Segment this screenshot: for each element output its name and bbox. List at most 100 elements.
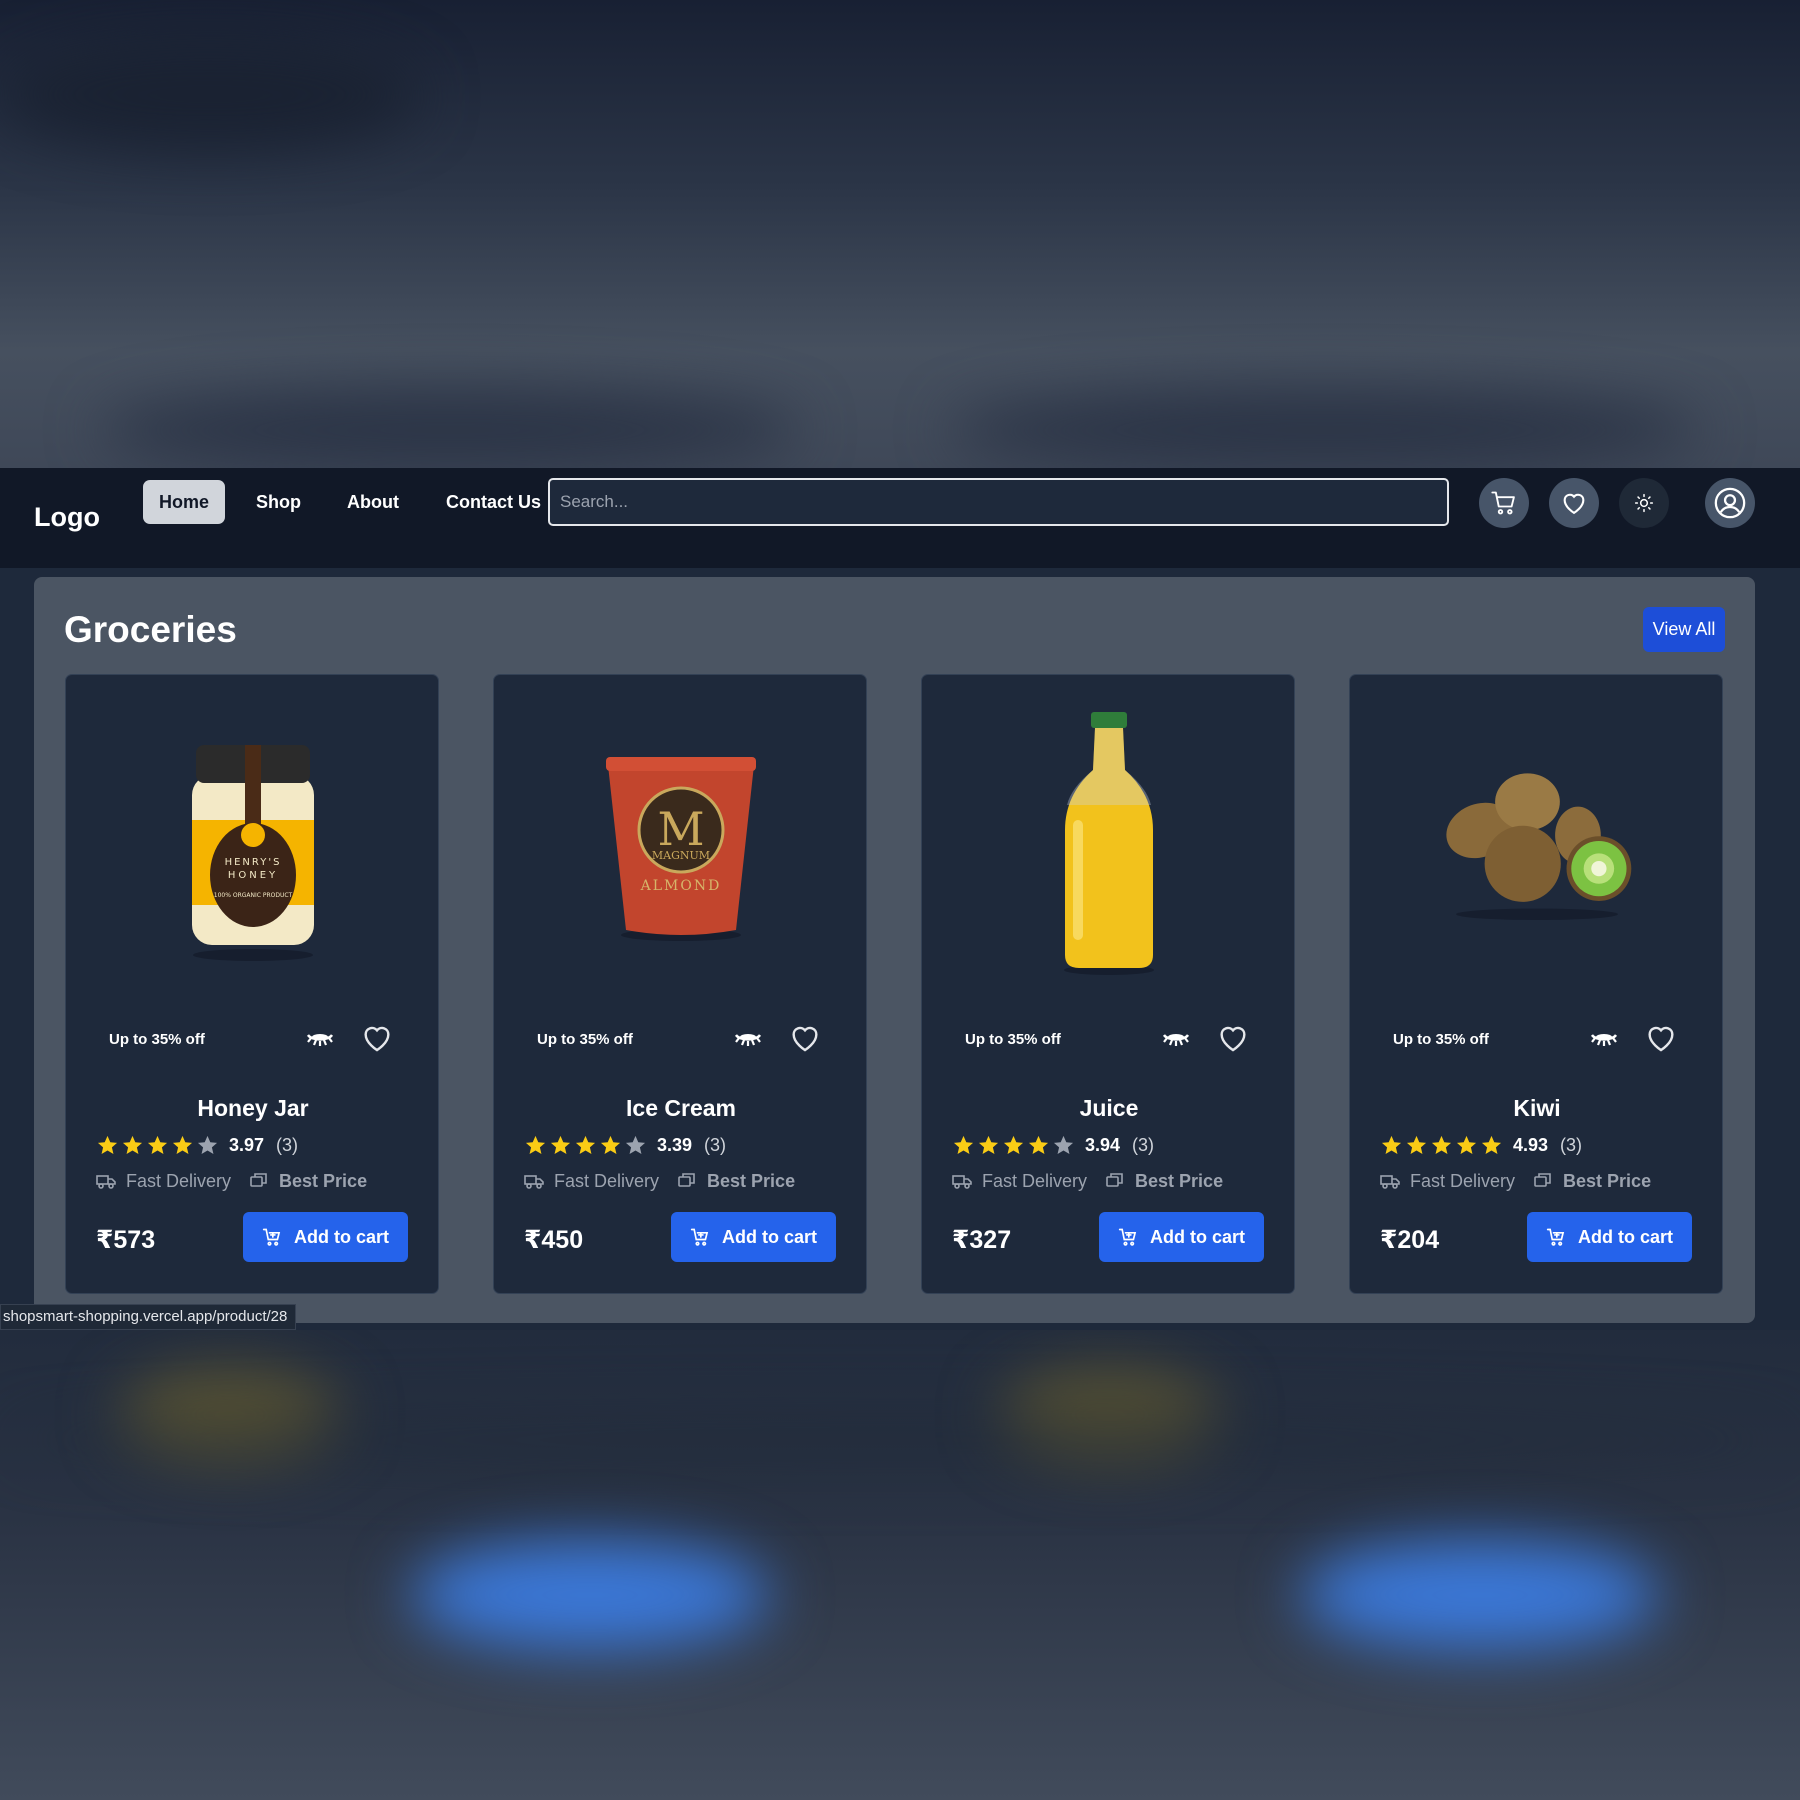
fast-delivery-label: Fast Delivery <box>1410 1170 1516 1191</box>
features-row: Fast Delivery Best Price <box>1380 1169 1651 1193</box>
product-image-juice[interactable] <box>1009 695 1209 985</box>
star-filled-icon <box>1003 1135 1024 1154</box>
star-filled-icon <box>525 1135 546 1154</box>
tag-icon <box>1534 1173 1551 1187</box>
add-to-cart-label: Add to cart <box>293 1226 389 1247</box>
product-image-honey-jar[interactable]: HENRY'S HONEY 100% ORGANIC PRODUCT <box>153 695 353 985</box>
rating-value: 3.94 <box>1085 1134 1121 1155</box>
fast-delivery-label: Fast Delivery <box>554 1170 660 1191</box>
cart-icon <box>1491 491 1515 515</box>
tag-icon <box>1106 1173 1123 1187</box>
nav-contact-us[interactable]: Contact Us <box>430 480 557 524</box>
product-name[interactable]: Honey Jar <box>66 1095 440 1122</box>
fast-delivery-label: Fast Delivery <box>982 1170 1088 1191</box>
cart-plus-icon <box>262 1228 281 1246</box>
cart-button[interactable] <box>1479 478 1529 528</box>
star-filled-icon <box>600 1135 621 1154</box>
svg-text:ALMOND: ALMOND <box>640 878 722 894</box>
add-to-cart-label: Add to cart <box>1577 1226 1673 1247</box>
star-filled-icon <box>122 1135 143 1154</box>
product-price: ₹204 <box>1380 1226 1440 1254</box>
features-row: Fast Delivery Best Price <box>952 1169 1223 1193</box>
favorite-heart-icon[interactable] <box>360 1021 394 1055</box>
svg-text:100% ORGANIC PRODUCT: 100% ORGANIC PRODUCT <box>214 892 293 899</box>
truck-icon <box>952 1175 972 1189</box>
svg-text:HONEY: HONEY <box>228 870 278 881</box>
features-row: Fast Delivery Best Price <box>524 1169 795 1193</box>
review-count: (3) <box>1132 1134 1155 1155</box>
rating-stars: 3.39 (3) <box>524 1133 726 1157</box>
wishlist-button[interactable] <box>1549 478 1599 528</box>
review-count: (3) <box>276 1134 299 1155</box>
product-card[interactable]: M MAGNUM ALMOND Up to 35% off Ice Cream … <box>493 674 867 1294</box>
tag-icon <box>250 1173 267 1187</box>
star-filled-icon <box>953 1135 974 1154</box>
truck-icon <box>1380 1175 1400 1189</box>
quick-view-icon[interactable] <box>1590 1029 1618 1049</box>
add-to-cart-button[interactable]: Add to cart <box>671 1212 836 1262</box>
star-filled-icon <box>550 1135 571 1154</box>
best-price-label: Best Price <box>1563 1170 1652 1191</box>
svg-text:M: M <box>657 802 704 856</box>
svg-text:HENRY'S: HENRY'S <box>225 857 282 868</box>
star-filled-icon <box>1381 1135 1402 1154</box>
cart-plus-icon <box>690 1228 709 1246</box>
product-card[interactable]: HENRY'S HONEY 100% ORGANIC PRODUCT Up to… <box>65 674 439 1294</box>
view-all-button[interactable]: View All <box>1643 607 1725 652</box>
nav-shop[interactable]: Shop <box>240 480 317 524</box>
logo[interactable]: Logo <box>34 502 100 533</box>
nav-about[interactable]: About <box>331 480 415 524</box>
rating-value: 3.97 <box>229 1134 265 1155</box>
svg-text:MAGNUM: MAGNUM <box>652 849 710 862</box>
product-name[interactable]: Juice <box>922 1095 1296 1122</box>
product-price: ₹327 <box>952 1226 1012 1254</box>
add-to-cart-button[interactable]: Add to cart <box>1527 1212 1692 1262</box>
section-title: Groceries <box>64 609 237 650</box>
product-card[interactable]: Up to 35% off Kiwi 4.93 (3) Fast Deliver… <box>1349 674 1723 1294</box>
product-name[interactable]: Kiwi <box>1350 1095 1724 1122</box>
quick-view-icon[interactable] <box>306 1029 334 1049</box>
rating-stars: 3.97 (3) <box>96 1133 298 1157</box>
best-price-label: Best Price <box>707 1170 796 1191</box>
star-filled-icon <box>1456 1135 1477 1154</box>
quick-view-icon[interactable] <box>1162 1029 1190 1049</box>
star-filled-icon <box>147 1135 168 1154</box>
favorite-heart-icon[interactable] <box>788 1021 822 1055</box>
review-count: (3) <box>1560 1134 1583 1155</box>
nav-home[interactable]: Home <box>143 480 226 524</box>
add-to-cart-label: Add to cart <box>1149 1226 1245 1247</box>
rating-stars: 3.94 (3) <box>952 1133 1154 1157</box>
favorite-heart-icon[interactable] <box>1644 1021 1678 1055</box>
groceries-section: Groceries View All HENRY'S HONEY 100% OR… <box>34 577 1755 1323</box>
product-card[interactable]: Up to 35% off Juice 3.94 (3) Fast Delive… <box>921 674 1295 1294</box>
star-filled-icon <box>1406 1135 1427 1154</box>
cart-plus-icon <box>1546 1228 1565 1246</box>
promo-badge: Up to 35% off <box>109 1031 205 1048</box>
navbar: Logo Home Shop About Contact Us <box>0 468 1800 568</box>
product-image-kiwi[interactable] <box>1437 695 1637 985</box>
search-input[interactable] <box>548 478 1449 526</box>
fast-delivery-label: Fast Delivery <box>126 1170 232 1191</box>
rating-stars: 4.93 (3) <box>1380 1133 1582 1157</box>
best-price-label: Best Price <box>1135 1170 1224 1191</box>
blurred-background-bottom <box>0 1330 1800 1800</box>
blurred-background-top <box>0 0 1800 468</box>
star-filled-icon <box>1028 1135 1049 1154</box>
promo-badge: Up to 35% off <box>1393 1031 1489 1048</box>
rating-value: 4.93 <box>1513 1134 1549 1155</box>
add-to-cart-button[interactable]: Add to cart <box>1099 1212 1264 1262</box>
add-to-cart-button[interactable]: Add to cart <box>243 1212 408 1262</box>
quick-view-icon[interactable] <box>734 1029 762 1049</box>
star-empty-icon <box>1053 1135 1074 1154</box>
promo-badge: Up to 35% off <box>537 1031 633 1048</box>
product-image-ice-cream[interactable]: M MAGNUM ALMOND <box>581 695 781 985</box>
product-name[interactable]: Ice Cream <box>494 1095 868 1122</box>
star-filled-icon <box>97 1135 118 1154</box>
user-circle-icon <box>1714 487 1746 519</box>
product-price: ₹450 <box>524 1226 584 1254</box>
theme-toggle-button[interactable] <box>1619 478 1669 528</box>
profile-button[interactable] <box>1705 478 1755 528</box>
tag-icon <box>678 1173 695 1187</box>
star-filled-icon <box>172 1135 193 1154</box>
favorite-heart-icon[interactable] <box>1216 1021 1250 1055</box>
